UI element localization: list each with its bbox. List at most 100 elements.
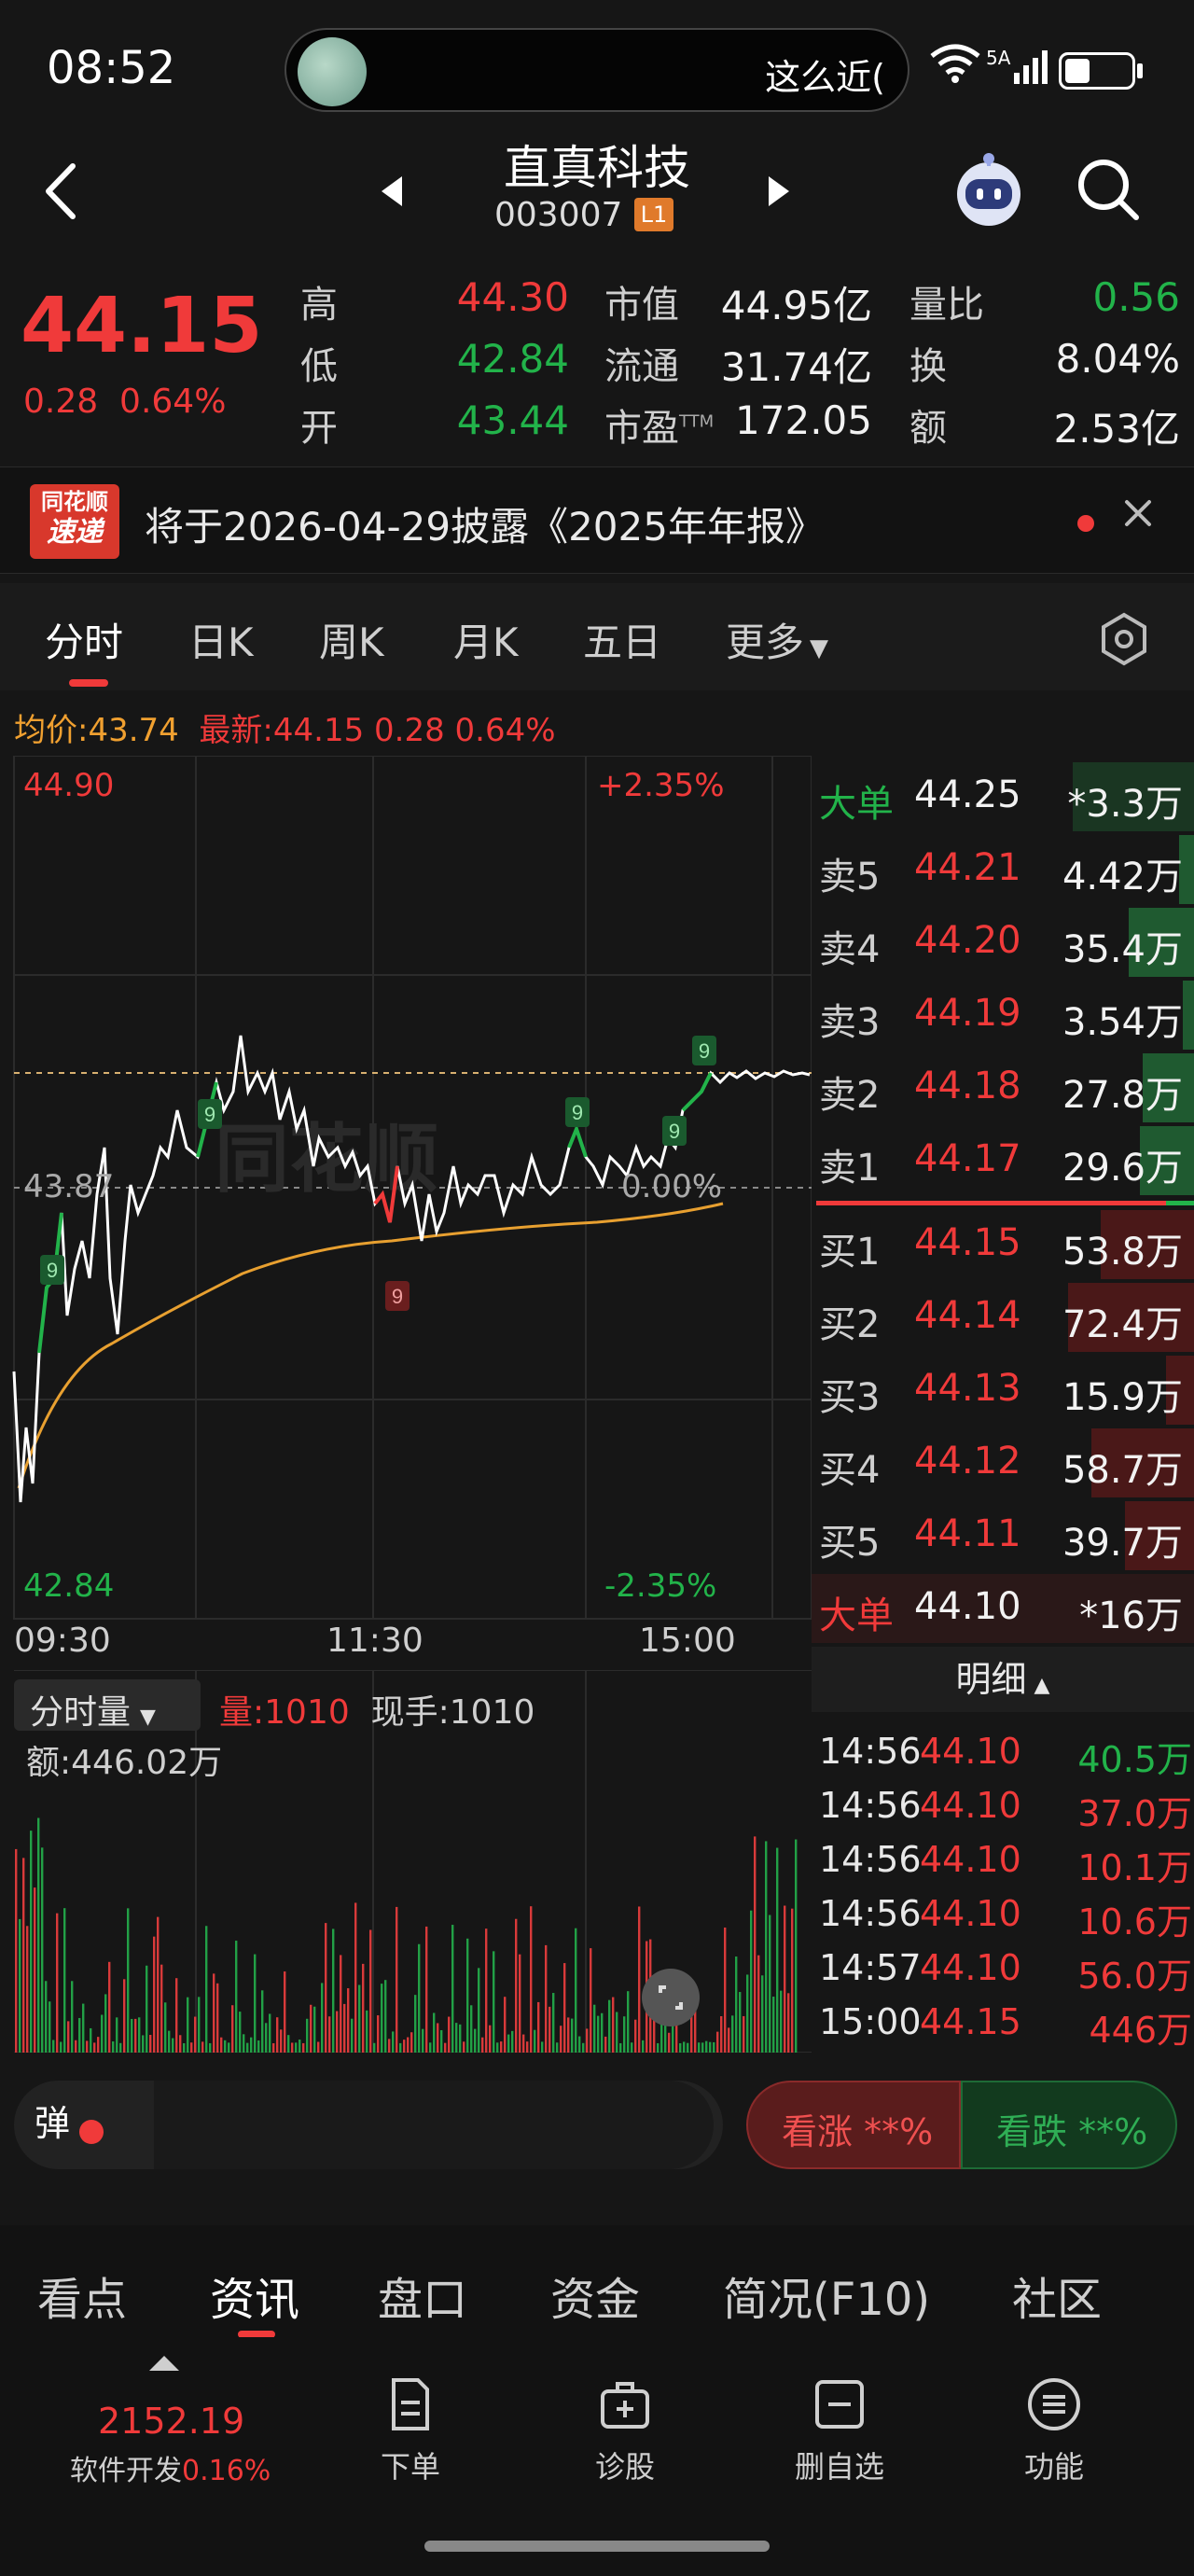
mcap-value: 44.95亿: [720, 283, 872, 328]
trade-row: 14:56 44.10 37.0万: [819, 1785, 1192, 1834]
back-icon[interactable]: [37, 159, 84, 224]
wifi-icon: [930, 44, 980, 83]
bottom-toolbar: 2152.19 软件开发0.16% 下单 诊股 删自选 功能: [0, 2337, 1194, 2576]
menu-circle-icon: [1028, 2378, 1080, 2430]
turnover-label: 换: [909, 345, 947, 388]
pe-label: 市盈TTM: [604, 407, 715, 450]
tab-weekly-k[interactable]: 周K: [319, 611, 384, 668]
vote-bullish-button[interactable]: 看涨 **%: [746, 2081, 961, 2169]
high-label: 高: [300, 284, 338, 327]
detail-title[interactable]: 明细 ▲: [812, 1647, 1194, 1712]
bid-row: 买4 44.12 58.7万: [812, 1427, 1194, 1499]
tab-daily-k[interactable]: 日K: [188, 611, 254, 668]
order-button[interactable]: 下单: [340, 2374, 480, 2486]
trade-row: 14:57 44.10 56.0万: [819, 1947, 1192, 1997]
bid-row: 买2 44.14 72.4万: [812, 1281, 1194, 1354]
tab-more[interactable]: 更多 ▼: [726, 611, 828, 668]
watermark: 同花顺: [215, 1118, 438, 1201]
volume-amount: 额:446.02万: [26, 1744, 223, 1782]
bottom-price-label: 42.84: [23, 1567, 115, 1605]
time-label-open: 09:30: [14, 1622, 111, 1660]
expand-icon[interactable]: [642, 1969, 700, 2026]
avg-price-line: 均价:43.74 最新:44.15 0.28 0.64%: [14, 712, 556, 749]
svg-text:9: 9: [572, 1101, 583, 1124]
big-sell-row: 大单 44.25 *3.3万: [812, 760, 1194, 833]
volume-info: 量:1010 现手:1010: [219, 1693, 535, 1732]
bottom-pct-label: -2.35%: [604, 1567, 717, 1605]
trade-row: 14:56 44.10 10.1万: [819, 1839, 1192, 1888]
turnover-value: 8.04%: [1055, 336, 1180, 382]
order-book[interactable]: 大单 44.25 *3.3万 卖5 44.21 4.42万 卖4 44.20 3…: [812, 760, 1194, 1647]
functions-button[interactable]: 功能: [984, 2374, 1124, 2486]
quote-panel: 44.15 0.28 0.64% 高 44.30 低 42.84 开 43.44…: [0, 271, 1194, 457]
volume-indicator-label[interactable]: 分时量 ▼: [30, 1685, 156, 1734]
medical-kit-icon: [601, 2382, 649, 2429]
prev-stock-icon[interactable]: [378, 173, 406, 210]
tab-news[interactable]: 资讯: [210, 2263, 299, 2328]
search-icon[interactable]: [1073, 154, 1143, 224]
vote-bearish-button[interactable]: 看跌 **%: [961, 2081, 1177, 2169]
volume-chart[interactable]: 分时量 ▼ 量:1010 现手:1010 额:446.02万: [0, 1670, 812, 2053]
svg-text:9: 9: [204, 1103, 215, 1126]
low-value: 42.84: [456, 336, 569, 382]
float-label: 流通: [604, 345, 679, 388]
svg-text:9: 9: [699, 1039, 710, 1063]
trade-row: 15:00 44.15 446万: [819, 2001, 1192, 2051]
next-stock-icon[interactable]: [765, 173, 793, 210]
stock-header: 直真科技 003007 L1: [0, 131, 1194, 252]
svg-text:9: 9: [392, 1285, 403, 1308]
top-pct-label: +2.35%: [597, 767, 725, 804]
sector-index-name[interactable]: 软件开发0.16%: [70, 2447, 271, 2488]
tab-market[interactable]: 盘口: [378, 2263, 467, 2328]
low-label: 低: [300, 345, 338, 388]
mcap-label: 市值: [604, 284, 679, 327]
bid-row: 买1 44.15 53.8万: [812, 1208, 1194, 1281]
stock-code: 003007: [494, 196, 623, 234]
announcement-text: 将于2026-04-29披露《2025年年报》: [145, 504, 825, 550]
clock: 08:52: [47, 42, 176, 94]
signal-icon: [1014, 50, 1048, 84]
sector-index-value[interactable]: 2152.19: [98, 2401, 244, 2442]
stock-name: 直真科技: [504, 141, 690, 195]
mid-pct-label: 0.00%: [621, 1168, 723, 1205]
barrage-bar: 弹: [14, 2081, 723, 2169]
tab-underline: [69, 679, 108, 687]
time-label-noon: 11:30: [326, 1622, 423, 1660]
chart-tabs: 分时 日K 周K 月K 五日 更多 ▼: [0, 583, 1194, 690]
mid-price-label: 43.87: [23, 1168, 115, 1205]
ask-row: 卖5 44.21 4.42万: [812, 833, 1194, 906]
remove-watchlist-button[interactable]: 删自选: [770, 2374, 909, 2486]
time-label-close: 15:00: [639, 1622, 736, 1660]
svg-text:9: 9: [669, 1120, 680, 1143]
announcement-banner[interactable]: 同花顺 速递 将于2026-04-29披露《2025年年报》: [0, 466, 1194, 574]
dynamic-island[interactable]: 这么近(: [285, 28, 909, 112]
battery-icon: [1059, 52, 1135, 90]
tab-monthly-k[interactable]: 月K: [453, 611, 519, 668]
close-icon[interactable]: [1119, 494, 1157, 532]
open-value: 43.44: [456, 397, 569, 443]
high-value: 44.30: [456, 274, 569, 320]
home-indicator[interactable]: [424, 2541, 770, 2552]
ask-row: 卖1 44.17 29.6万: [812, 1124, 1194, 1197]
tab-funds[interactable]: 资金: [550, 2263, 640, 2328]
tab-highlights[interactable]: 看点: [37, 2263, 127, 2328]
open-label: 开: [300, 407, 338, 450]
tab-intraday[interactable]: 分时: [45, 611, 123, 668]
trade-row: 14:56 44.10 10.6万: [819, 1893, 1192, 1942]
intraday-chart[interactable]: 同花顺 9 9 9 9 9 9 44.90 +2.35% 43.87 0.00%…: [0, 756, 812, 1623]
settings-hexagon-icon[interactable]: [1096, 611, 1152, 667]
ai-assistant-icon[interactable]: [947, 149, 1031, 233]
svg-text:9: 9: [47, 1259, 58, 1282]
trade-detail[interactable]: 明细 ▲ 14:56 44.10 40.5万 14:56 44.10 37.0万 …: [812, 1647, 1194, 2057]
tab-community[interactable]: 社区: [1012, 2263, 1102, 2328]
network-label: 5A: [986, 47, 1011, 69]
barrage-input[interactable]: [154, 2081, 714, 2169]
ask-row: 卖2 44.18 27.8万: [812, 1051, 1194, 1124]
level-badge: L1: [634, 198, 673, 231]
diagnose-button[interactable]: 诊股: [555, 2374, 695, 2486]
island-text: 这么近(: [765, 57, 885, 98]
news-flash-logo: 同花顺 速递: [30, 484, 119, 559]
tab-f10[interactable]: 简况(F10): [723, 2263, 930, 2328]
status-bar: 08:52 这么近( 5A: [0, 0, 1194, 140]
tab-five-day[interactable]: 五日: [583, 611, 661, 668]
